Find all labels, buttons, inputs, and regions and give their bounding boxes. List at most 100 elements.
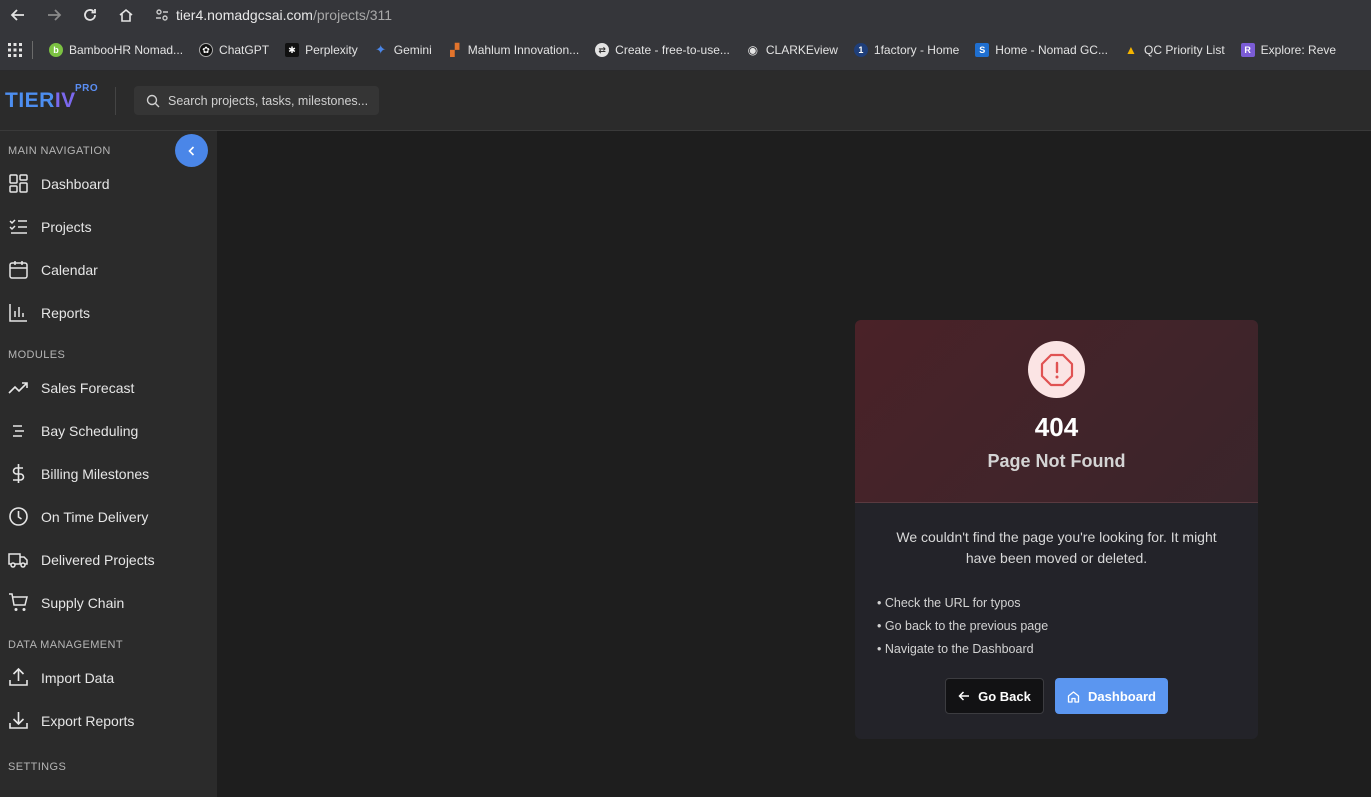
perplexity-icon: ✱ (285, 43, 300, 57)
bar-chart-icon (9, 304, 27, 322)
bookmark-mahlum[interactable]: ▞ Mahlum Innovation... (440, 36, 587, 64)
gemini-icon: ✦ (375, 42, 387, 57)
bookmark-chatgpt[interactable]: ✿ ChatGPT (191, 36, 277, 64)
sidebar-item-supply-chain[interactable]: Supply Chain (0, 581, 217, 624)
error-code: 404 (1034, 412, 1079, 442)
download-icon (9, 712, 28, 729)
sidebar-item-import-data[interactable]: Import Data (0, 656, 217, 699)
site-info-icon[interactable] (148, 7, 176, 23)
sidebar-item-bay-scheduling[interactable]: Bay Scheduling (0, 409, 217, 452)
bookmark-label: Create - free-to-use... (615, 43, 730, 57)
go-back-button[interactable]: Go Back (945, 678, 1044, 714)
sharepoint-icon: S (975, 43, 990, 57)
sidebar-item-reports[interactable]: Reports (0, 291, 217, 334)
logo-tier-text: TIER (5, 88, 55, 112)
tip-item: • Check the URL for typos (877, 595, 1021, 610)
sidebar-item-sales-forecast[interactable]: Sales Forecast (0, 366, 217, 409)
google-drive-icon: ▲ (1125, 43, 1137, 57)
bookmark-gemini[interactable]: ✦ Gemini (366, 36, 440, 64)
reve-icon: R (1240, 43, 1255, 57)
address-bar[interactable]: tier4.nomadgcsai.com/projects/311 (148, 1, 1363, 29)
home-icon[interactable] (108, 0, 144, 30)
sidebar-item-label: Bay Scheduling (41, 422, 139, 439)
bookmark-sharepoint[interactable]: S Home - Nomad GC... (967, 36, 1116, 64)
sidebar-item-label: Calendar (41, 261, 98, 278)
error-title: Page Not Found (987, 451, 1126, 471)
sidebar: MAIN NAVIGATION Dashboard Projects Calen… (0, 131, 217, 797)
bookmark-label: Mahlum Innovation... (467, 43, 580, 57)
bookmark-reve[interactable]: R Explore: Reve (1233, 36, 1344, 64)
chatgpt-icon: ✿ (199, 43, 214, 57)
logo-iv-text: IV (54, 88, 76, 112)
sidebar-item-label: Export Reports (41, 712, 135, 729)
section-label-data-management: DATA MANAGEMENT (8, 639, 123, 651)
sidebar-item-billing-milestones[interactable]: Billing Milestones (0, 452, 217, 495)
arrow-left-icon (958, 691, 970, 701)
bookmark-label: ChatGPT (219, 43, 270, 57)
home-icon (1067, 690, 1080, 703)
bookmark-label: QC Priority List (1143, 43, 1225, 57)
section-label-settings: SETTINGS (8, 761, 67, 773)
create-icon: ⇄ (595, 43, 610, 57)
bookmark-label: CLARKEview (765, 43, 838, 57)
header-divider (115, 86, 116, 115)
sidebar-item-label: Sales Forecast (41, 379, 135, 396)
browser-toolbar: tier4.nomadgcsai.com/projects/311 (0, 0, 1371, 30)
dashboard-label: Dashboard (1088, 688, 1156, 704)
sidebar-item-dashboard[interactable]: Dashboard (0, 162, 217, 205)
bookmark-bamboohr[interactable]: b BambooHR Nomad... (41, 36, 191, 64)
not-found-card: 404 Page Not Found We couldn't find the … (855, 320, 1258, 739)
bookmarks-bar: b BambooHR Nomad... ✿ ChatGPT ✱ Perplexity … (0, 30, 1371, 71)
sidebar-collapse-button[interactable] (175, 134, 208, 167)
bookmark-create[interactable]: ⇄ Create - free-to-use... (587, 36, 738, 64)
logo-pro-badge: PRO (75, 82, 99, 94)
search-icon (146, 94, 160, 107)
go-back-label: Go Back (978, 688, 1031, 704)
error-body: We couldn't find the page you're looking… (855, 503, 1258, 714)
bookmark-label: Perplexity (305, 43, 358, 57)
reload-icon[interactable] (72, 0, 108, 30)
error-tips-list: • Check the URL for typos • Go back to t… (877, 591, 1236, 660)
sidebar-item-label: Dashboard (41, 175, 110, 192)
alert-octagon-icon (1040, 353, 1073, 386)
app-logo[interactable]: TIERIV PRO (5, 83, 115, 113)
tip-item: • Go back to the previous page (877, 618, 1049, 633)
forward-arrow-icon[interactable] (36, 0, 72, 30)
sidebar-item-export-reports[interactable]: Export Reports (0, 699, 217, 742)
bookmark-label: Gemini (393, 43, 432, 57)
bookmark-qc-priority[interactable]: ▲ QC Priority List (1116, 36, 1233, 64)
bookmark-label: 1factory - Home (873, 43, 960, 57)
url-host: tier4.nomadgcsai.com (176, 7, 313, 23)
search-input[interactable]: Search projects, tasks, milestones... (134, 86, 379, 115)
section-label-modules: MODULES (8, 349, 66, 361)
search-placeholder: Search projects, tasks, milestones... (168, 93, 369, 108)
bookmark-1factory[interactable]: 1 1factory - Home (846, 36, 967, 64)
apps-grid-icon[interactable] (0, 43, 30, 57)
dashboard-button[interactable]: Dashboard (1055, 678, 1168, 714)
eye-icon: ◉ (747, 43, 759, 57)
chevron-left-icon (187, 145, 194, 156)
align-lines-icon (13, 425, 24, 437)
back-arrow-icon[interactable] (0, 0, 36, 30)
dollar-icon (12, 464, 25, 483)
shopping-cart-icon (9, 593, 28, 611)
sidebar-item-calendar[interactable]: Calendar (0, 248, 217, 291)
url-path: /projects/311 (312, 7, 393, 23)
calendar-icon (9, 261, 28, 279)
sidebar-item-on-time-delivery[interactable]: On Time Delivery (0, 495, 217, 538)
bookmark-label: BambooHR Nomad... (69, 43, 184, 57)
bookmark-perplexity[interactable]: ✱ Perplexity (277, 36, 366, 64)
sidebar-item-label: Reports (41, 304, 91, 321)
bookmark-clarkeview[interactable]: ◉ CLARKEview (738, 36, 846, 64)
mahlum-icon: ▞ (450, 43, 460, 57)
sidebar-item-delivered-projects[interactable]: Delivered Projects (0, 538, 217, 581)
bookmark-separator (32, 41, 33, 59)
sidebar-item-label: On Time Delivery (41, 508, 149, 525)
checklist-icon (9, 219, 27, 234)
truck-icon (8, 553, 28, 568)
error-header: 404 Page Not Found (855, 320, 1258, 503)
sidebar-item-label: Import Data (41, 669, 115, 686)
1factory-icon: 1 (853, 43, 868, 57)
sidebar-item-projects[interactable]: Projects (0, 205, 217, 248)
sidebar-item-label: Billing Milestones (41, 465, 150, 482)
